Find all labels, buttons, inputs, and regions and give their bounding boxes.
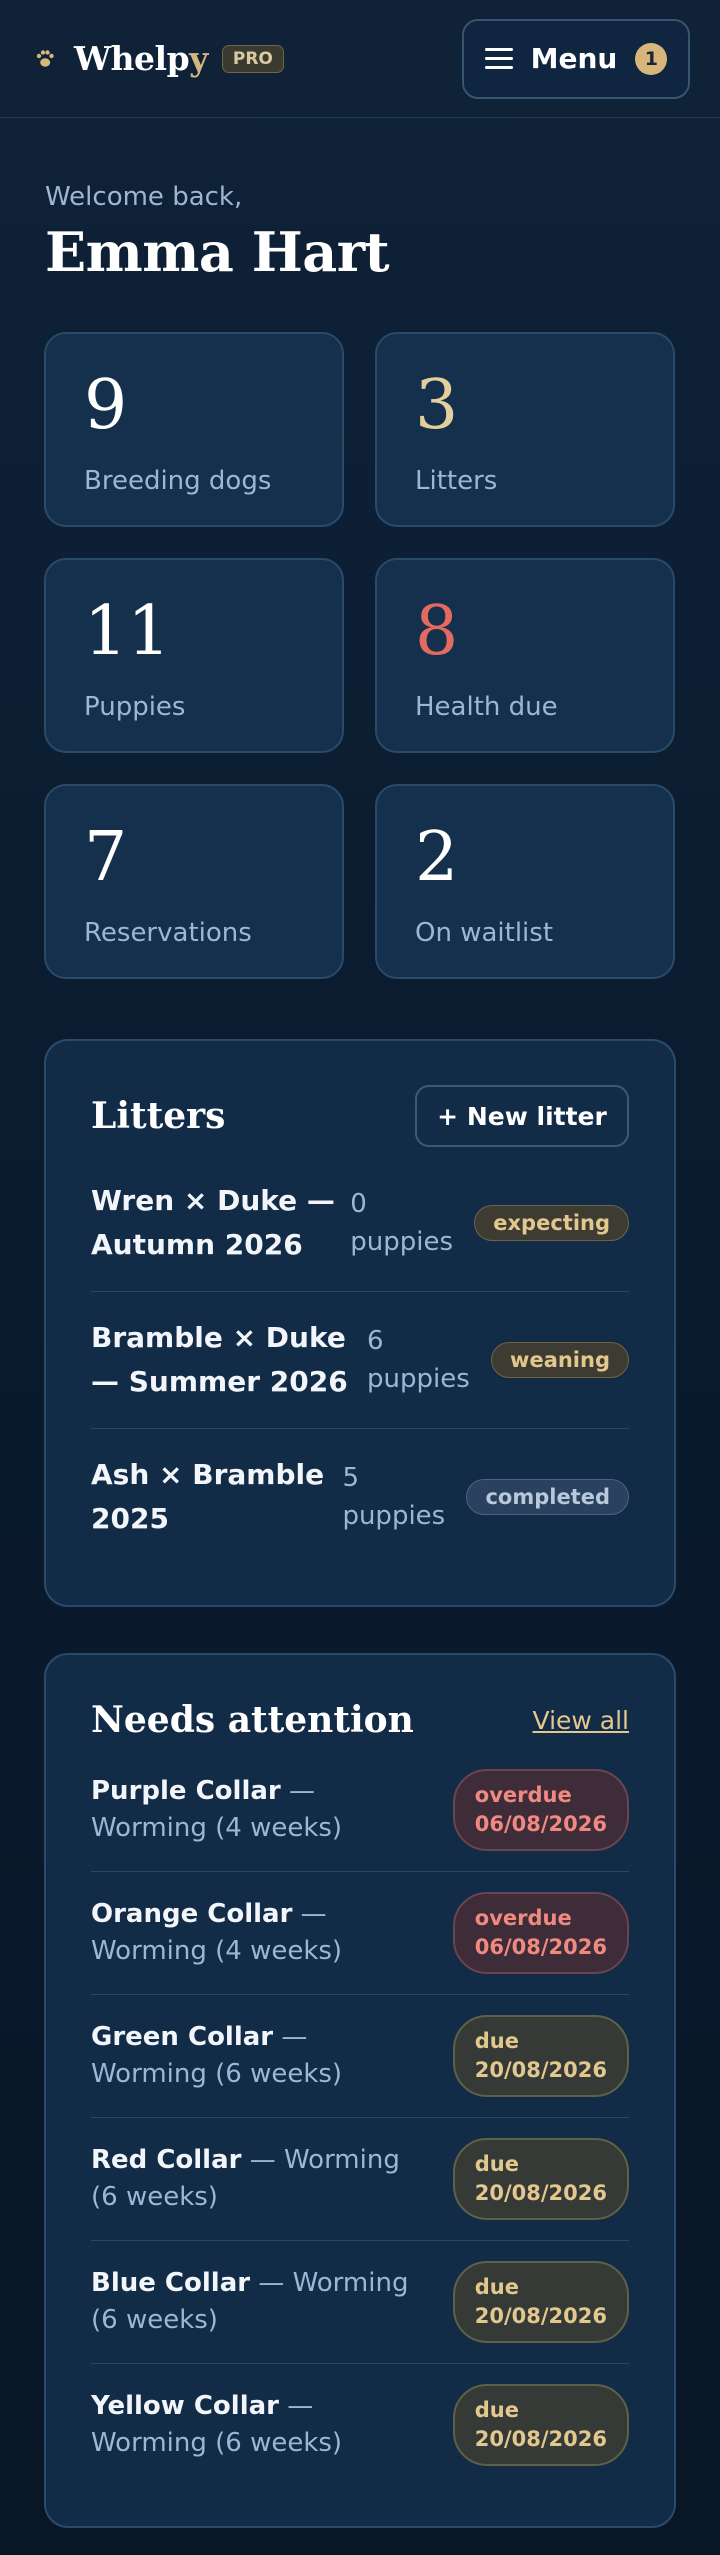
stat-card-reservations[interactable]: 7 Reservations <box>44 784 344 979</box>
menu-button[interactable]: Menu 1 <box>462 18 690 99</box>
task-puppy-name: Purple Collar <box>91 1776 281 1806</box>
hamburger-icon <box>484 48 513 69</box>
paw-icon <box>34 48 56 70</box>
stat-label: On waitlist <box>415 918 554 948</box>
task-description: Orange Collar — Worming (4 weeks) <box>91 1896 431 1970</box>
litter-name: Wren × Duke — Autumn 2026 <box>91 1184 335 1261</box>
needs-attention-header: Needs attention View all <box>91 1699 629 1741</box>
litter-name: Bramble × Duke — Summer 2026 <box>91 1321 348 1398</box>
task-status: due <box>474 2398 519 2422</box>
litter-puppy-count: 0 puppies <box>350 1189 454 1257</box>
litter-puppy-count: 5 puppies <box>342 1463 446 1531</box>
stat-value: 11 <box>84 592 171 671</box>
stat-value: 7 <box>84 818 128 897</box>
task-description: Yellow Collar — Worming (6 weeks) <box>91 2388 431 2462</box>
stat-label: Health due <box>415 692 558 722</box>
app-header: Whelpy PRO Menu 1 <box>0 0 720 118</box>
brand-logo: Whelpy <box>74 39 208 78</box>
task-row[interactable]: Orange Collar — Worming (4 weeks) overdu… <box>91 1872 629 1995</box>
stat-value: 2 <box>415 818 459 897</box>
stat-value: 9 <box>84 366 128 445</box>
task-puppy-name: Orange Collar <box>91 1899 293 1929</box>
welcome-section: Welcome back, Emma Hart <box>0 118 720 284</box>
stat-label: Litters <box>415 466 498 496</box>
task-date: 20/08/2026 <box>474 2181 607 2205</box>
litter-row[interactable]: Bramble × Duke — Summer 2026 6 puppies w… <box>91 1292 629 1429</box>
user-name: Emma Hart <box>45 220 390 284</box>
view-all-link[interactable]: View all <box>533 1706 629 1735</box>
task-status-badge: due 20/08/2026 <box>452 2384 629 2466</box>
litter-status-badge: weaning <box>491 1342 629 1378</box>
litter-row[interactable]: Ash × Bramble 2025 5 puppies completed <box>91 1429 629 1565</box>
brand[interactable]: Whelpy PRO <box>34 39 284 78</box>
task-date: 20/08/2026 <box>474 2304 607 2328</box>
needs-attention-card: Needs attention View all Purple Collar —… <box>44 1653 676 2528</box>
litters-card: Litters + New litter Wren × Duke — Autum… <box>44 1039 676 1607</box>
task-status: due <box>474 2275 519 2299</box>
plan-badge: PRO <box>221 44 284 73</box>
task-date: 20/08/2026 <box>474 2058 607 2082</box>
litter-row[interactable]: Wren × Duke — Autumn 2026 0 puppies expe… <box>91 1155 629 1292</box>
notification-count-badge: 1 <box>635 42 668 75</box>
stat-label: Puppies <box>84 692 186 722</box>
stat-label: Breeding dogs <box>84 466 272 496</box>
task-status-badge: overdue 06/08/2026 <box>452 1892 629 1974</box>
stat-card-puppies[interactable]: 11 Puppies <box>44 558 344 753</box>
litter-puppy-count: 6 puppies <box>367 1326 470 1394</box>
stat-value: 8 <box>415 592 459 671</box>
task-row[interactable]: Blue Collar — Worming (6 weeks) due 20/0… <box>91 2241 629 2364</box>
task-row[interactable]: Red Collar — Worming (6 weeks) due 20/08… <box>91 2118 629 2241</box>
litter-name: Ash × Bramble 2025 <box>91 1458 325 1535</box>
stat-card-litters[interactable]: 3 Litters <box>375 332 675 527</box>
litter-status-badge: expecting <box>474 1205 629 1241</box>
needs-attention-title: Needs attention <box>91 1699 414 1741</box>
task-status-badge: due 20/08/2026 <box>452 2015 629 2097</box>
task-description: Blue Collar — Worming (6 weeks) <box>91 2265 431 2339</box>
task-description: Green Collar — Worming (6 weeks) <box>91 2019 431 2093</box>
task-status: due <box>474 2029 519 2053</box>
stat-card-health-due[interactable]: 8 Health due <box>375 558 675 753</box>
task-puppy-name: Blue Collar <box>91 2268 251 2298</box>
task-status-badge: due 20/08/2026 <box>452 2138 629 2220</box>
task-row[interactable]: Purple Collar — Worming (4 weeks) overdu… <box>91 1749 629 1872</box>
task-puppy-name: Green Collar <box>91 2022 274 2052</box>
new-litter-button[interactable]: + New litter <box>415 1085 629 1147</box>
stat-card-breeding-dogs[interactable]: 9 Breeding dogs <box>44 332 344 527</box>
task-status: overdue <box>474 1906 572 1930</box>
stat-label: Reservations <box>84 918 252 948</box>
stats-grid: 9 Breeding dogs 3 Litters 11 Puppies 8 H… <box>44 332 676 979</box>
task-date: 06/08/2026 <box>474 1812 607 1836</box>
litter-status-badge: completed <box>466 1479 629 1515</box>
task-description: Red Collar — Worming (6 weeks) <box>91 2142 431 2216</box>
task-date: 06/08/2026 <box>474 1935 607 1959</box>
task-status-badge: due 20/08/2026 <box>452 2261 629 2343</box>
task-description: Purple Collar — Worming (4 weeks) <box>91 1773 431 1847</box>
litters-title: Litters <box>91 1095 226 1137</box>
task-date: 20/08/2026 <box>474 2427 607 2451</box>
task-status-badge: overdue 06/08/2026 <box>452 1769 629 1851</box>
stat-card-waitlist[interactable]: 2 On waitlist <box>375 784 675 979</box>
menu-label: Menu <box>530 42 618 75</box>
task-puppy-name: Red Collar <box>91 2145 242 2175</box>
stat-value: 3 <box>415 366 459 445</box>
task-puppy-name: Yellow Collar <box>91 2391 279 2421</box>
task-row[interactable]: Yellow Collar — Worming (6 weeks) due 20… <box>91 2364 629 2486</box>
litters-card-header: Litters + New litter <box>91 1085 629 1147</box>
welcome-greeting: Welcome back, <box>45 182 243 212</box>
task-row[interactable]: Green Collar — Worming (6 weeks) due 20/… <box>91 1995 629 2118</box>
task-status: overdue <box>474 1783 572 1807</box>
task-status: due <box>474 2152 519 2176</box>
